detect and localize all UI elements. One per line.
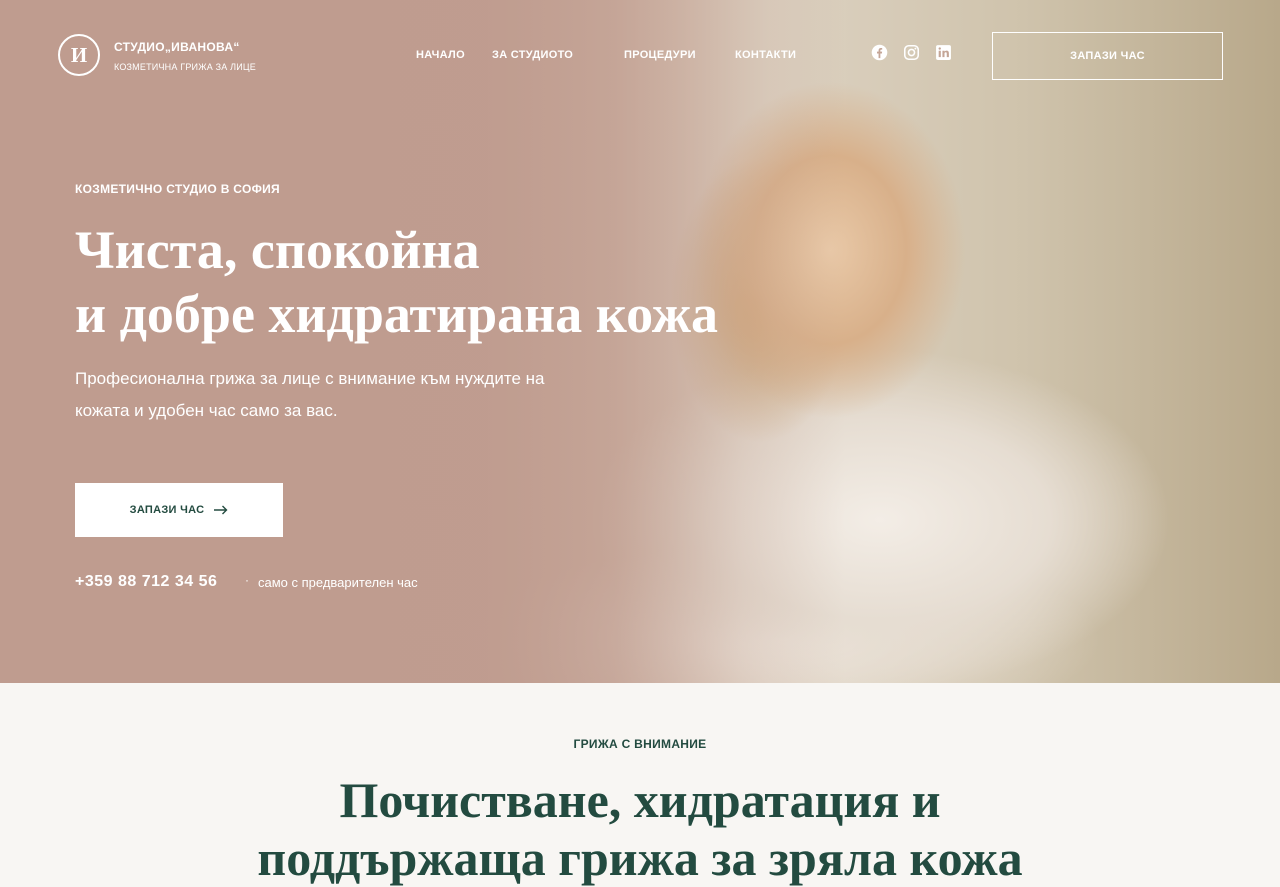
linkedin-icon[interactable] xyxy=(935,44,952,61)
hero-title: Чиста, спокойна и добре хидратирана кожа xyxy=(75,218,718,346)
appointment-note: само с предварителен час xyxy=(258,575,418,590)
book-appointment-button[interactable]: ЗАПАЗИ ЧАС xyxy=(992,32,1223,80)
logo-mark[interactable]: И xyxy=(58,34,100,76)
separator-dot: · xyxy=(245,573,249,587)
intro-section: ГРИЖА С ВНИМАНИЕ Почистване, хидратация … xyxy=(0,683,1280,886)
logo-name[interactable]: СТУДИО„ИВАНОВА“ xyxy=(114,40,240,54)
nav-item-home[interactable]: НАЧАЛО xyxy=(416,49,465,61)
section-title-line2: поддържаща грижа за зряла кожа xyxy=(257,830,1023,886)
phone-link[interactable]: +359 88 712 34 56 xyxy=(75,573,217,591)
hero-title-line1: Чиста, спокойна xyxy=(75,220,480,280)
section-title: Почистване, хидратация и поддържаща гриж… xyxy=(0,771,1280,887)
nav-item-procedures[interactable]: ПРОЦЕДУРИ xyxy=(624,49,696,61)
arrow-right-icon xyxy=(214,505,228,515)
hero-book-label: ЗАПАЗИ ЧАС xyxy=(129,504,205,516)
hero-eyebrow: КОЗМЕТИЧНО СТУДИО В СОФИЯ xyxy=(75,182,280,196)
logo-tagline: КОЗМЕТИЧНА ГРИЖА ЗА ЛИЦЕ xyxy=(114,62,256,72)
nav-item-about[interactable]: ЗА СТУДИОТО xyxy=(492,49,573,61)
hero-lead: Професионална грижа за лице с внимание к… xyxy=(75,369,545,420)
section-eyebrow: ГРИЖА С ВНИМАНИЕ xyxy=(573,737,707,751)
hero-title-line2: и добре хидратирана кожа xyxy=(75,284,718,344)
site-header: И СТУДИО„ИВАНОВА“ КОЗМЕТИЧНА ГРИЖА ЗА ЛИ… xyxy=(0,0,1280,110)
facebook-icon[interactable] xyxy=(871,44,888,61)
section-title-line1: Почистване, хидратация и xyxy=(339,772,941,828)
hero-book-button[interactable]: ЗАПАЗИ ЧАС xyxy=(75,483,283,537)
instagram-icon[interactable] xyxy=(903,44,920,61)
nav-item-contacts[interactable]: КОНТАКТИ xyxy=(735,49,796,61)
hero-section: И СТУДИО„ИВАНОВА“ КОЗМЕТИЧНА ГРИЖА ЗА ЛИ… xyxy=(0,0,1280,683)
